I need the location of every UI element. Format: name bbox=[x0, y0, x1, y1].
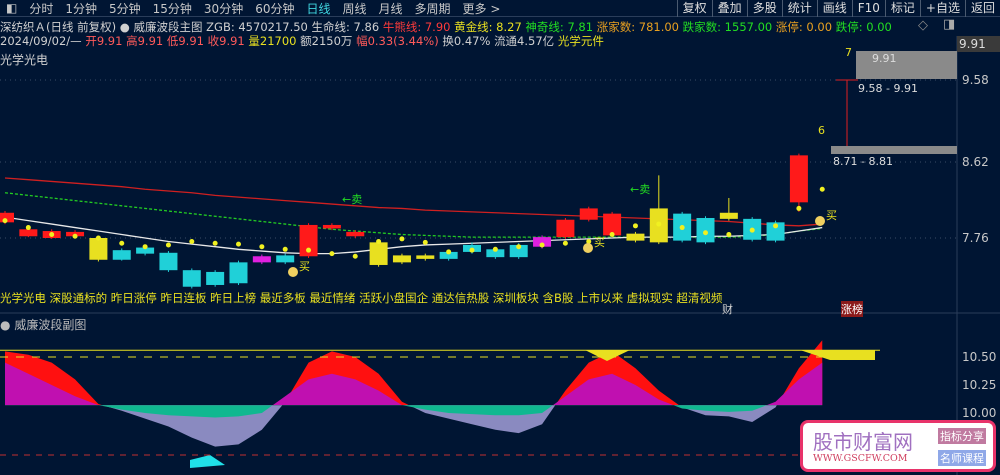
buy-signal: 买 bbox=[299, 260, 310, 273]
sub-chart-header: ● 威廉波段副图 bbox=[0, 316, 86, 333]
sub-area-green bbox=[5, 405, 823, 418]
signal-dot bbox=[212, 240, 218, 246]
signal-dot bbox=[306, 247, 312, 253]
signal-dot bbox=[49, 232, 55, 238]
count-7: 7 bbox=[845, 46, 852, 59]
buy-signal: 买 bbox=[826, 209, 837, 222]
signal-dot bbox=[703, 230, 708, 236]
price-axis-label: 7.76 bbox=[962, 231, 989, 245]
signal-dot bbox=[446, 249, 452, 255]
money-bag-icon bbox=[583, 243, 593, 253]
signal-dot bbox=[819, 186, 825, 192]
watermark-url: WWW.GSCFW.COM bbox=[813, 453, 908, 464]
watermark-tag-indicators: 指标分享 bbox=[938, 428, 986, 444]
signal-dot bbox=[352, 253, 358, 259]
watermark-name: 股市财富网 bbox=[813, 430, 913, 454]
signal-dot bbox=[165, 242, 171, 248]
signal-dot bbox=[796, 205, 802, 211]
watermark-tag-courses: 名师课程 bbox=[938, 450, 986, 466]
candle-yellow bbox=[89, 238, 108, 260]
sub-area-red bbox=[5, 340, 823, 406]
candle-up bbox=[579, 208, 598, 220]
sub-area-cyan bbox=[190, 455, 225, 468]
candle-down bbox=[696, 217, 715, 243]
sub-chart-title[interactable]: 威廉波段副图 bbox=[14, 318, 86, 332]
signal-dot bbox=[609, 232, 615, 238]
current-price-label: 9.91 bbox=[959, 37, 986, 51]
candle-up bbox=[322, 224, 341, 229]
zone-range-2: 8.71 - 8.81 bbox=[833, 155, 893, 168]
signal-dot bbox=[632, 223, 638, 229]
candle-up bbox=[346, 231, 365, 237]
signal-dot bbox=[492, 246, 498, 252]
sub-dropdown-icon[interactable]: ● bbox=[0, 318, 10, 332]
zhangbang-marker[interactable]: 涨榜 bbox=[841, 301, 863, 317]
money-bag-icon bbox=[815, 216, 825, 226]
candle-down bbox=[276, 255, 295, 263]
buy-signal: 买 bbox=[594, 236, 605, 249]
sell-signal: ←卖 bbox=[342, 193, 362, 206]
zone-top-price: 9.91 bbox=[872, 52, 897, 65]
concept-tags: 光学光电 深股通标的 昨日涨停 昨日连板 昨日上榜 最近多板 最近情绪 活跃小盘… bbox=[0, 291, 723, 305]
signal-dot bbox=[25, 225, 31, 231]
price-axis-label: 8.62 bbox=[962, 155, 989, 169]
signal-dot bbox=[516, 244, 522, 250]
signal-dot bbox=[469, 247, 475, 253]
candle-up bbox=[789, 155, 808, 203]
signal-dot bbox=[749, 227, 755, 233]
sub-axis-label: 10.00 bbox=[962, 406, 996, 420]
sell-signal: ←卖 bbox=[630, 183, 650, 196]
candle-down bbox=[159, 252, 178, 271]
signal-dot bbox=[259, 244, 265, 250]
kline-chart[interactable]: 9.58 8.62 7.76 9.91 9.91 9.58 - 9.91 8.71 - 8.… bbox=[0, 0, 1000, 475]
candle-yellow bbox=[369, 242, 388, 265]
candle-yellow bbox=[416, 255, 435, 259]
watermark: 股市财富网 WWW.GSCFW.COM 指标分享 名师课程 bbox=[800, 420, 996, 472]
sub-yellow-fill bbox=[585, 350, 630, 361]
signal-dot bbox=[773, 223, 779, 229]
count-6: 6 bbox=[818, 124, 825, 137]
finance-marker[interactable]: 财 bbox=[722, 301, 733, 317]
sub-axis-label: 10.50 bbox=[962, 350, 996, 364]
candle-up bbox=[19, 229, 38, 237]
candle-up bbox=[556, 219, 575, 238]
money-bag-icon bbox=[288, 267, 298, 277]
signal-dot bbox=[95, 235, 101, 241]
price-axis-label: 9.58 bbox=[962, 73, 989, 87]
signal-dot bbox=[236, 241, 241, 247]
signal-dot bbox=[2, 218, 8, 224]
candle-down bbox=[182, 270, 201, 287]
signal-dot bbox=[539, 242, 545, 248]
signal-dot bbox=[679, 225, 685, 231]
candle-yellow bbox=[719, 212, 738, 219]
signal-dot bbox=[329, 251, 335, 257]
signal-dot bbox=[189, 238, 195, 244]
candle-down bbox=[112, 250, 131, 260]
candle-down bbox=[206, 271, 225, 285]
sub-area-lavender bbox=[5, 405, 823, 447]
zone-range-1: 9.58 - 9.91 bbox=[858, 82, 918, 95]
candle-yellow bbox=[626, 233, 645, 241]
resistance-zone-bottom bbox=[831, 146, 957, 154]
signal-dot bbox=[726, 232, 732, 238]
signal-dot bbox=[399, 236, 405, 242]
signal-dot bbox=[142, 244, 148, 250]
signal-dot bbox=[119, 240, 125, 246]
signal-dot bbox=[72, 233, 78, 239]
candle-down bbox=[229, 262, 248, 284]
signal-dot bbox=[656, 221, 662, 227]
sub-axis-label: 10.25 bbox=[962, 378, 996, 392]
candle-yellow bbox=[392, 255, 411, 263]
signal-dot bbox=[422, 239, 428, 245]
signal-dot bbox=[376, 238, 382, 244]
signal-dot bbox=[282, 246, 288, 252]
signal-dot bbox=[562, 240, 568, 246]
candle-magenta bbox=[252, 256, 271, 263]
